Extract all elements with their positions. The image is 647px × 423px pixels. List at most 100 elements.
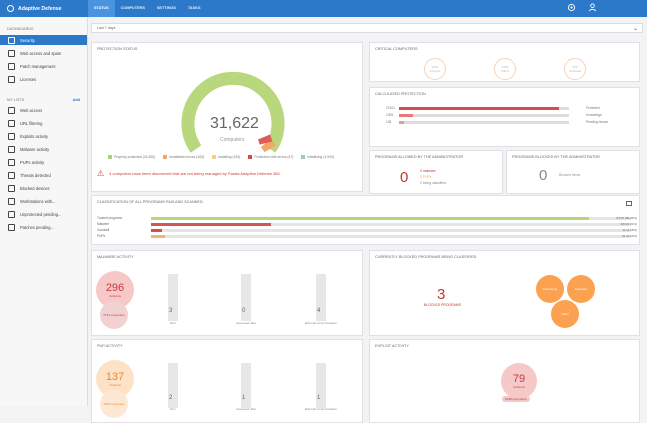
blocked-bubble-other[interactable]: Other	[551, 300, 579, 328]
sidebar-item-label: PUPs activity	[20, 160, 45, 165]
classification-label: PUPs	[97, 234, 106, 238]
logo-icon	[7, 5, 14, 12]
exploit-incidents-bubble[interactable]: 79 Incidents	[501, 363, 537, 399]
pup-bar-label: Accessed data	[236, 407, 256, 411]
sidebar-item-label: Blocked devices	[20, 186, 50, 191]
legend-label: Properly protected (31,600)	[114, 155, 156, 159]
tab-computers[interactable]: COMPUTERS	[115, 0, 151, 17]
calculated-protection-panel: CALCULATED PROTECTION 27401 Protected 130…	[369, 87, 640, 147]
pup-computers-bubble[interactable]: 1364 computers	[100, 390, 128, 418]
panel-title: MALWARE ACTIVITY	[97, 255, 134, 259]
legend-item: Installation errors (163)	[163, 155, 204, 159]
legend-swatch	[301, 155, 306, 159]
legend-swatch	[163, 155, 168, 159]
sidebar-item-exploits[interactable]: Exploits activity	[0, 132, 87, 141]
legend-item: Protection with errors (47)	[248, 155, 293, 159]
critical-computers-panel: CRITICAL COMPUTERS 4355 Infected 4350 Offl…	[369, 42, 640, 82]
user-icon[interactable]	[588, 3, 597, 12]
sidebar-item-patches[interactable]: Patches pending...	[0, 223, 87, 232]
critical-item-offline[interactable]: 4350 Offline	[485, 58, 525, 80]
panel-title: PUP ACTIVITY	[97, 344, 123, 348]
sidebar-item-label: Patches pending...	[20, 225, 54, 230]
critical-item-outdated[interactable]: 550 Outdated	[555, 58, 595, 80]
device-icon	[8, 185, 15, 192]
blocked-by-admin-panel: PROGRAMS BLOCKED BY THE ADMINISTRATOR 0 …	[506, 150, 640, 194]
calc-fill	[399, 107, 559, 110]
sidebar-item-label: Web access	[20, 108, 43, 113]
classification-fill	[151, 235, 165, 238]
unmanaged-warning[interactable]: ⚠ 4 computers have been discovered that a…	[97, 169, 280, 178]
allowed-malware-link[interactable]: 0 malware	[420, 169, 436, 173]
sidebar-item-url-filtering[interactable]: URL filtering	[0, 119, 87, 128]
legend-swatch	[248, 155, 253, 159]
tab-settings[interactable]: SETTINGS	[151, 0, 182, 17]
classification-row: Trusted programs 8,675 (99.46%)	[97, 216, 637, 221]
settings-gear-icon[interactable]	[567, 3, 576, 12]
sidebar-item-workstations[interactable]: Workstations with...	[0, 197, 87, 206]
sidebar-item-blocked-devices[interactable]: Blocked devices	[0, 184, 87, 193]
protection-legend: Properly protected (31,600) Installation…	[108, 155, 334, 159]
classification-value: 11 (0.18%)	[622, 228, 637, 232]
calc-row: 1305 Knowledge	[386, 113, 602, 118]
allowed-pups-link[interactable]: 0 PUPs	[420, 175, 432, 179]
pup-computers-label: 1364 computers	[103, 402, 125, 406]
sidebar-item-label: Unprotected pending...	[20, 212, 62, 217]
classification-row: Malware 264 (0.31%)	[97, 222, 637, 227]
sidebar-item-label: Patch management	[20, 64, 56, 69]
calc-track	[399, 114, 569, 117]
classification-value: 61 (0.16%)	[622, 234, 637, 238]
sidebar-item-label: Malware activity	[20, 147, 50, 152]
critical-ring	[494, 58, 516, 80]
dashboards-heading: DASHBOARDS	[0, 17, 87, 35]
clock-icon	[8, 224, 15, 231]
exploit-activity-panel: EXPLOIT ACTIVITY 79 Incidents 1248 comput…	[369, 339, 640, 423]
sidebar-item-label: Workstations with...	[20, 199, 56, 204]
calc-label: Pending rescan	[586, 120, 609, 124]
add-list-button[interactable]: Add	[73, 98, 80, 102]
blocked-bubble-unknown[interactable]: Unknown	[567, 275, 595, 303]
sidebar-item-patch-management[interactable]: Patch management	[0, 62, 87, 71]
blocked-count: 0	[539, 167, 548, 184]
sidebar-item-security[interactable]: Security	[0, 35, 87, 45]
blocked-bubble-classifying[interactable]: Classifying	[536, 275, 564, 303]
pup-bar-value: 1	[317, 395, 321, 401]
warning-text: 4 computers have been discovered that ar…	[109, 171, 280, 176]
malware-computers-bubble[interactable]: 2743 computers	[100, 301, 128, 329]
computers-count: 31,622	[210, 115, 259, 132]
critical-item-infected[interactable]: 4355 Infected	[415, 58, 455, 80]
tab-status[interactable]: STATUS	[88, 0, 115, 17]
legend-swatch	[108, 155, 112, 159]
classification-value: 264 (0.31%)	[620, 222, 637, 226]
malware-bar-value: 3	[169, 308, 173, 314]
exploit-computers-pill[interactable]: 1248 computers	[502, 396, 530, 402]
tab-tasks[interactable]: TASKS	[182, 0, 207, 17]
sidebar-item-label: Exploits activity	[20, 134, 48, 139]
license-icon	[8, 76, 15, 83]
sidebar-item-web-access[interactable]: Web access	[0, 106, 87, 115]
sidebar-item-pups[interactable]: PUPs activity	[0, 158, 87, 167]
sidebar-item-threats[interactable]: Threats detected	[0, 171, 87, 180]
export-icon[interactable]	[626, 201, 632, 206]
date-filter-select[interactable]: Last 7 days ⌄	[91, 23, 643, 33]
malware-count-label: Incidents	[108, 294, 121, 298]
classification-fill	[151, 223, 271, 226]
critical-ring	[564, 58, 586, 80]
sidebar-item-malware[interactable]: Malware activity	[0, 145, 87, 154]
bug-icon	[8, 133, 15, 140]
top-bar: Adaptive Defense STATUS COMPUTERS SETTIN…	[0, 0, 647, 17]
sidebar-item-label: Licenses	[20, 77, 37, 82]
bubble-label: Other	[561, 312, 569, 316]
pup-bar-run	[168, 363, 178, 408]
exploit-count-label: Incidents	[512, 385, 525, 389]
calc-fill	[399, 114, 413, 117]
classification-panel: CLASSIFICATION OF ALL PROGRAMS RUN AND S…	[91, 195, 640, 245]
legend-label: Installing (163)	[218, 155, 241, 159]
sidebar-item-web-access-spam[interactable]: Web access and spam	[0, 49, 87, 58]
blocked-label: Blocked items	[559, 173, 581, 177]
allowed-classifying-link[interactable]: 0 being classified	[420, 181, 446, 185]
malware-activity-panel: MALWARE ACTIVITY 296 Incidents 2743 compu…	[91, 250, 363, 336]
sidebar-item-unprotected[interactable]: Unprotected pending...	[0, 210, 87, 219]
classification-label: Trusted programs	[97, 216, 123, 220]
calc-value: 138	[386, 120, 392, 124]
sidebar-item-licenses[interactable]: Licenses	[0, 75, 87, 84]
